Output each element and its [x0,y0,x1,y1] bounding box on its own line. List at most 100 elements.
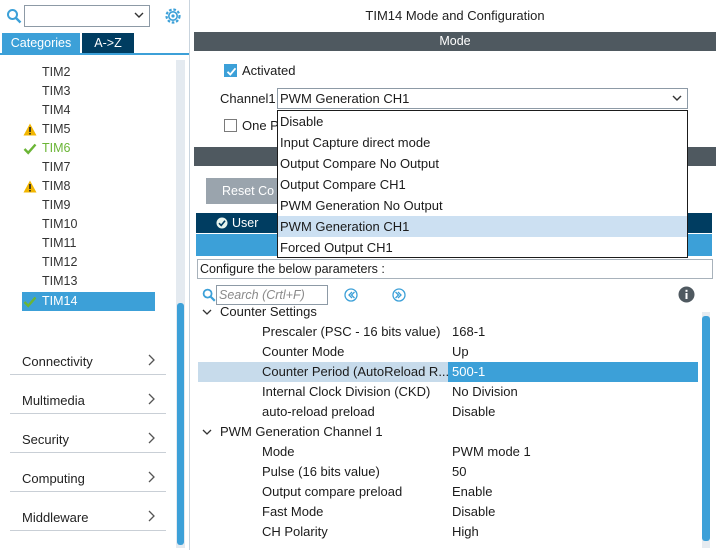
param-row-prescaler[interactable]: Prescaler (PSC - 16 bits value) 168-1 [198,322,698,342]
tree-item-tim14[interactable]: TIM14 [22,292,155,311]
warning-icon [23,180,37,193]
dropdown-option-forced-output-ch1[interactable]: Forced Output CH1 [278,237,687,258]
dropdown-option-input-capture[interactable]: Input Capture direct mode [278,132,687,153]
param-name: Counter Mode [262,344,345,359]
param-row-mode[interactable]: Mode PWM mode 1 [198,442,698,462]
param-row-output-compare-preload[interactable]: Output compare preload Enable [198,482,698,502]
tree-item-tim10[interactable]: TIM10 [22,215,155,234]
param-value[interactable]: 500-1 [448,362,698,382]
dropdown-option-pwm-ch1[interactable]: PWM Generation CH1 [278,216,687,237]
tree-item-label: TIM3 [42,84,71,98]
group-name: Counter Settings [220,306,317,319]
param-value[interactable]: Disable [452,402,495,422]
tree-item-tim3[interactable]: TIM3 [22,82,155,101]
param-name: Fast Mode [262,504,324,519]
param-row-clock-division[interactable]: Internal Clock Division (CKD) No Divisio… [198,382,698,402]
activated-label: Activated [242,63,296,78]
tree-item-tim7[interactable]: TIM7 [22,158,155,177]
tree-item-label: TIM12 [42,255,78,269]
tree-item-tim11[interactable]: TIM11 [22,234,155,253]
tree-item-tim2[interactable]: TIM2 [22,63,155,82]
channel1-select[interactable]: PWM Generation CH1 [277,88,688,109]
tab-a-to-z[interactable]: A->Z [82,33,134,53]
category-label: Middleware [22,510,89,525]
param-name: Internal Clock Division (CKD) [262,384,431,399]
param-row-pulse[interactable]: Pulse (16 bits value) 50 [198,462,698,482]
sidebar-scrollbar-thumb[interactable] [177,303,184,545]
gear-icon[interactable] [163,6,183,26]
dropdown-option-disable[interactable]: Disable [278,111,687,132]
group-counter-settings[interactable]: Counter Settings [198,306,698,322]
tree-item-tim6[interactable]: TIM6 [22,139,155,158]
category-middleware[interactable]: Middleware [10,504,166,531]
param-row-fast-mode[interactable]: Fast Mode Disable [198,502,698,522]
param-value[interactable]: 168-1 [452,322,485,342]
category-computing[interactable]: Computing [10,465,166,492]
chevron-down-icon[interactable] [671,92,683,104]
tree-item-label: TIM4 [42,103,71,117]
parameter-scrollbar-thumb[interactable] [702,316,710,541]
mode-section-header[interactable]: Mode [194,32,716,51]
tree-item-label: TIM10 [42,217,78,231]
search-icon[interactable] [202,288,216,302]
dropdown-option-output-compare-no-output[interactable]: Output Compare No Output [278,153,687,174]
check-icon [23,143,37,155]
tree-item-label: TIM5 [42,122,71,136]
previous-result-icon[interactable] [344,288,358,302]
tree-item-tim12[interactable]: TIM12 [22,253,155,272]
chevron-down-icon[interactable] [202,307,212,317]
tree-item-tim5[interactable]: TIM5 [22,120,155,139]
tree-item-label: TIM2 [42,65,71,79]
param-value[interactable]: No Division [452,382,518,402]
chevron-right-icon [148,510,155,522]
category-label: Multimedia [22,393,85,408]
dropdown-option-output-compare-ch1[interactable]: Output Compare CH1 [278,174,687,195]
chevron-right-icon [148,432,155,444]
chevron-right-icon [148,354,155,366]
tree-item-tim9[interactable]: TIM9 [22,196,155,215]
param-value[interactable]: High [452,522,479,542]
chevron-down-icon[interactable] [133,9,145,21]
info-icon[interactable] [678,286,695,303]
activated-checkbox[interactable] [224,64,237,77]
tree-item-label: TIM13 [42,274,78,288]
tree-item-label: TIM6 [42,141,71,155]
param-value[interactable]: Enable [452,482,492,502]
tree-item-tim4[interactable]: TIM4 [22,101,155,120]
next-result-icon[interactable] [392,288,406,302]
param-row-auto-reload-preload[interactable]: auto-reload preload Disable [198,402,698,422]
tree-item-label: TIM7 [42,160,71,174]
param-row-counter-period[interactable]: Counter Period (AutoReload R... 500-1 [198,362,698,382]
param-value[interactable]: PWM mode 1 [452,442,531,462]
category-connectivity[interactable]: Connectivity [10,348,166,375]
tab-categories[interactable]: Categories [2,33,80,53]
param-value[interactable]: Disable [452,502,495,522]
tree-item-tim8[interactable]: TIM8 [22,177,155,196]
param-row-counter-mode[interactable]: Counter Mode Up [198,342,698,362]
parameter-scrollbar[interactable] [702,312,710,548]
sidebar-scrollbar[interactable] [176,60,185,548]
param-value[interactable]: Up [452,342,469,362]
tree-item-tim13[interactable]: TIM13 [22,272,155,291]
page-title: TIM14 Mode and Configuration [365,8,545,23]
dropdown-option-pwm-no-output[interactable]: PWM Generation No Output [278,195,687,216]
one-pulse-checkbox[interactable] [224,119,237,132]
tree-item-label: TIM14 [42,294,78,308]
parameter-search-input[interactable]: Search (Crtl+F) [216,285,328,305]
chevron-right-icon [148,393,155,405]
param-value[interactable]: 50 [452,462,466,482]
chevron-down-icon[interactable] [202,427,212,437]
category-security[interactable]: Security [10,426,166,453]
channel1-value: PWM Generation CH1 [280,91,410,106]
chevron-right-icon [148,471,155,483]
category-label: Security [22,432,69,447]
tab-user-constants[interactable]: User [216,213,258,233]
param-name: Output compare preload [262,484,403,499]
search-icon[interactable] [6,8,22,24]
param-row-ch-polarity[interactable]: CH Polarity High [198,522,698,542]
category-multimedia[interactable]: Multimedia [10,387,166,414]
param-name: Prescaler (PSC - 16 bits value) [262,324,441,339]
group-pwm-generation-channel-1[interactable]: PWM Generation Channel 1 [198,422,698,442]
configure-parameters-label: Configure the below parameters : [197,259,713,279]
sidebar-search-combo[interactable] [24,5,150,27]
